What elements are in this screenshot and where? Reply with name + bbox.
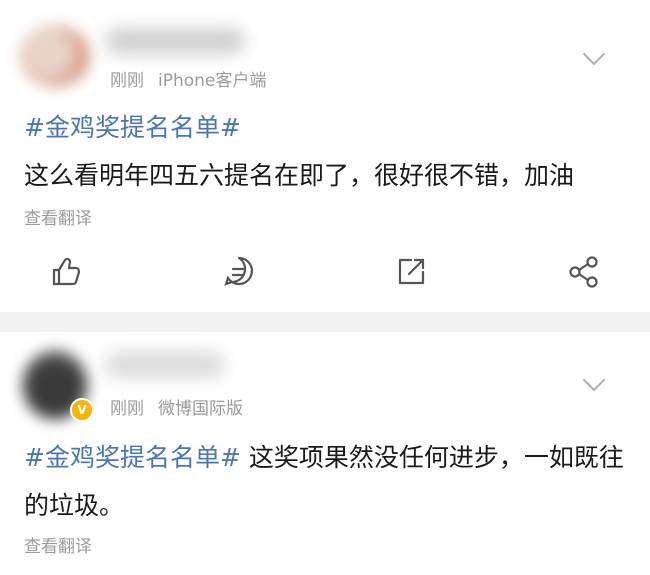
avatar[interactable]: [20, 25, 90, 87]
post-card: 刚刚 iPhone客户端 #金鸡奖提名名单# 这么看明年四五六提名在即了，很好很不…: [0, 0, 650, 312]
translate-link[interactable]: 查看翻译: [24, 204, 92, 229]
post-meta: 刚刚 iPhone客户端: [110, 66, 266, 91]
post-card: V 刚刚 微博国际版 #金鸡奖提名名单# 这奖项果然没任何进步，一如既往的垃圾。 …: [0, 332, 650, 575]
chevron-down-icon[interactable]: [582, 42, 606, 66]
weibo-feed: 刚刚 iPhone客户端 #金鸡奖提名名单# 这么看明年四五六提名在即了，很好很不…: [0, 0, 650, 575]
post-source: iPhone客户端: [158, 71, 267, 91]
action-bar: [0, 252, 650, 292]
chevron-down-icon[interactable]: [582, 368, 606, 392]
username-blurred[interactable]: [105, 28, 245, 54]
translate-link[interactable]: 查看翻译: [24, 532, 92, 557]
username-blurred[interactable]: [105, 352, 225, 378]
verified-badge-icon: V: [70, 398, 94, 422]
post-body: 这么看明年四五六提名在即了，很好很不错，加油: [24, 161, 575, 190]
post-time: 刚刚: [110, 71, 144, 91]
post-text: #金鸡奖提名名单# 这奖项果然没任何进步，一如既往的垃圾。: [24, 434, 628, 530]
hashtag-link[interactable]: #金鸡奖提名名单#: [24, 443, 241, 472]
post-time: 刚刚: [110, 399, 144, 419]
post-text: #金鸡奖提名名单# 这么看明年四五六提名在即了，很好很不错，加油: [24, 104, 628, 200]
comment-icon[interactable]: [219, 252, 259, 292]
post-meta: 刚刚 微博国际版: [110, 394, 243, 419]
like-icon[interactable]: [46, 252, 86, 292]
repost-icon[interactable]: [391, 252, 431, 292]
hashtag-link[interactable]: #金鸡奖提名名单#: [24, 113, 241, 142]
share-icon[interactable]: [564, 252, 604, 292]
post-source: 微博国际版: [158, 399, 243, 419]
